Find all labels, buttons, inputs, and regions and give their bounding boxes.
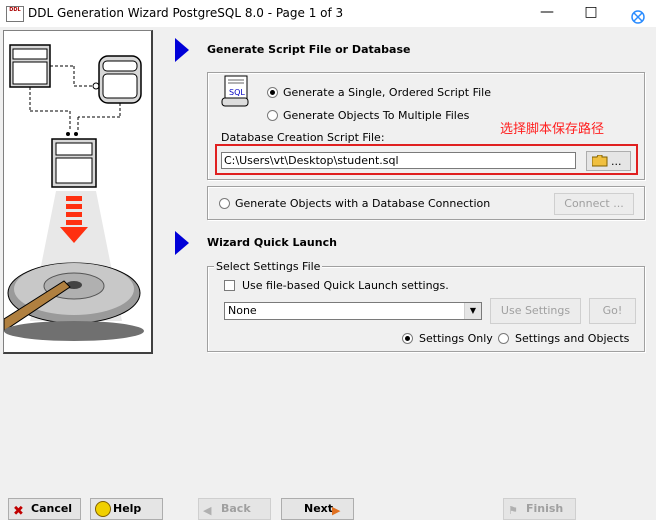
close-icon[interactable] [627, 6, 649, 28]
settings-select-value: None [228, 304, 257, 317]
wizard-illustration [3, 30, 153, 354]
next-button-label: Next [304, 502, 334, 515]
quick-launch-checkbox[interactable] [224, 280, 235, 291]
cancel-button[interactable]: ✖ Cancel [8, 498, 81, 520]
highlight-box [215, 144, 638, 175]
radio-db-connection-label[interactable]: Generate Objects with a Database Connect… [235, 197, 490, 210]
radio-settings-objects[interactable] [498, 333, 509, 344]
x-icon: ✖ [13, 504, 24, 519]
radio-settings-objects-label[interactable]: Settings and Objects [515, 332, 629, 345]
annotation-text: 选择脚本保存路径 [500, 122, 605, 137]
database-diagram-icon [4, 44, 144, 341]
section-title-quick-launch: Wizard Quick Launch [207, 236, 337, 249]
go-button[interactable]: Go! [589, 298, 636, 324]
settings-select[interactable]: None ▼ [224, 302, 482, 320]
svg-text:SQL: SQL [229, 88, 245, 97]
use-settings-button[interactable]: Use Settings [490, 298, 581, 324]
maximize-icon[interactable]: □ [580, 1, 602, 23]
help-icon [95, 501, 111, 517]
connect-button[interactable]: Connect ... [554, 193, 634, 215]
radio-single-script-label[interactable]: Generate a Single, Ordered Script File [283, 86, 491, 99]
title-bar: DDL DDL Generation Wizard PostgreSQL 8.0… [0, 0, 656, 27]
radio-multiple-files[interactable] [267, 110, 278, 121]
chevron-down-icon[interactable]: ▼ [464, 303, 481, 319]
radio-db-connection[interactable] [219, 198, 230, 209]
help-button-label: Help [113, 502, 142, 515]
section-title-script: Generate Script File or Database [207, 43, 411, 56]
radio-settings-only[interactable] [402, 333, 413, 344]
back-button-label: Back [221, 502, 251, 515]
script-file-label: Database Creation Script File: [221, 131, 385, 144]
finish-button[interactable]: ⚑ Finish [503, 498, 576, 520]
window-title: DDL Generation Wizard PostgreSQL 8.0 - P… [28, 6, 344, 20]
cancel-button-label: Cancel [31, 502, 73, 515]
step-arrow-icon [175, 38, 189, 62]
quick-launch-checkbox-label[interactable]: Use file-based Quick Launch settings. [242, 279, 449, 292]
finish-button-label: Finish [526, 502, 564, 515]
help-button[interactable]: Help [90, 498, 163, 520]
step-arrow-icon [175, 231, 189, 255]
settings-group-label: Select Settings File [214, 260, 323, 273]
minimize-icon[interactable]: — [536, 1, 558, 23]
sql-script-icon: SQL [221, 75, 251, 107]
next-button[interactable]: Next ▶ [281, 498, 354, 520]
radio-single-script[interactable] [267, 87, 278, 98]
app-icon: DDL [6, 6, 24, 22]
back-button[interactable]: ◀ Back [198, 498, 271, 520]
radio-settings-only-label[interactable]: Settings Only [419, 332, 493, 345]
radio-multiple-files-label[interactable]: Generate Objects To Multiple Files [283, 109, 469, 122]
